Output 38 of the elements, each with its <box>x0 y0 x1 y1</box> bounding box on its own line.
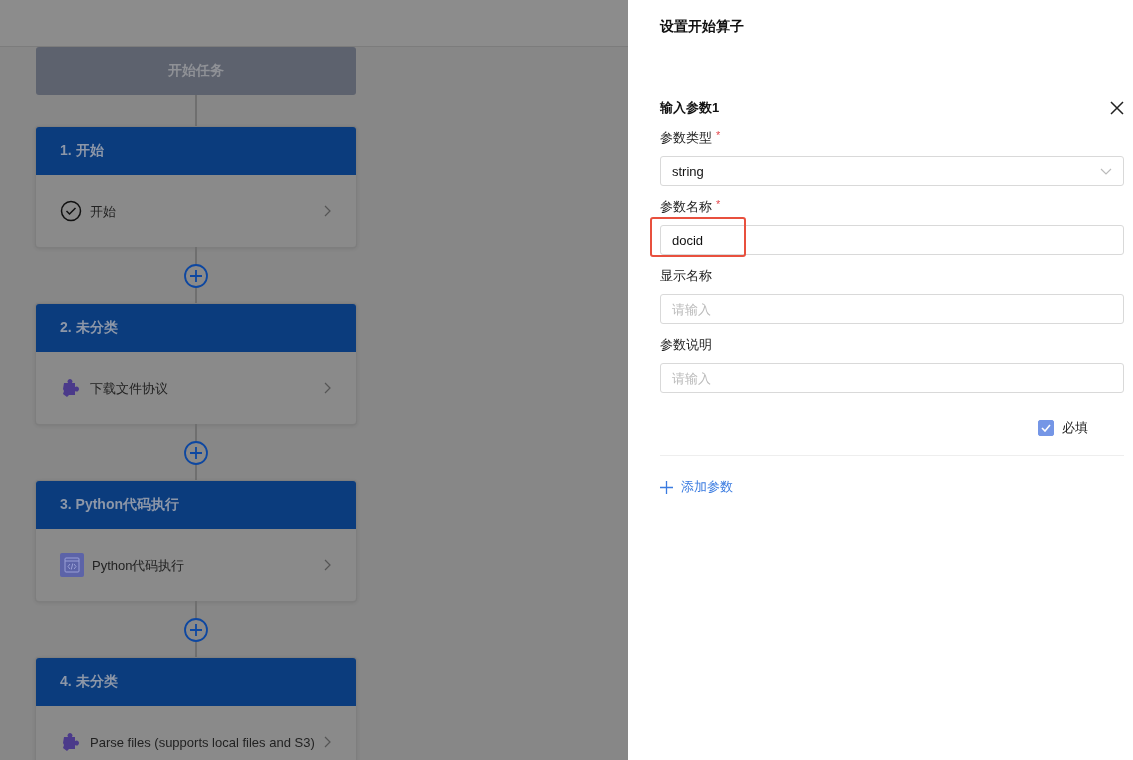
chevron-right-icon[interactable] <box>324 205 332 217</box>
chevron-down-icon <box>1100 167 1112 175</box>
add-node-icon[interactable] <box>184 618 208 642</box>
close-icon[interactable] <box>1110 101 1124 115</box>
field-label: 显示名称 <box>660 267 712 285</box>
input-field[interactable]: docid <box>660 225 1124 255</box>
check-icon <box>1041 424 1051 432</box>
node-item-label: Parse files (supports local files and S3) <box>90 733 316 751</box>
puzzle-piece-icon <box>60 731 82 753</box>
node-item-label: 开始 <box>90 202 117 220</box>
plus-icon <box>660 480 673 494</box>
type-select[interactable]: string <box>660 156 1124 186</box>
checkbox-label: 必填 <box>1062 419 1088 437</box>
panel-title: 设置开始算子 <box>660 18 745 36</box>
chevron-right-icon[interactable] <box>324 736 332 748</box>
field-label: 参数名称 <box>660 198 712 216</box>
required-checkbox[interactable] <box>1038 420 1054 436</box>
add-node-icon[interactable] <box>184 264 208 288</box>
input-field[interactable]: 请输入 <box>660 363 1124 393</box>
input-field[interactable]: 请输入 <box>660 294 1124 324</box>
node-title: 1. 开始 <box>36 127 356 175</box>
puzzle-piece-icon <box>60 377 82 399</box>
required-mark: * <box>716 129 721 143</box>
node-title: 3. Python代码执行 <box>36 481 356 529</box>
field-label: 参数类型 <box>660 129 712 147</box>
check-circle-icon <box>60 200 82 222</box>
field-label: 参数说明 <box>660 336 712 354</box>
param-title: 输入参数1 <box>660 99 720 117</box>
code-window-icon <box>60 553 84 577</box>
chevron-right-icon[interactable] <box>324 559 332 571</box>
required-mark: * <box>716 198 721 212</box>
add-param-button[interactable]: 添加参数 <box>660 478 733 496</box>
node-title: 2. 未分类 <box>36 304 356 352</box>
chevron-right-icon[interactable] <box>324 382 332 394</box>
node-title: 4. 未分类 <box>36 658 356 706</box>
node-item-label: Python代码执行 <box>92 556 186 574</box>
node-item-label: 下载文件协议 <box>90 379 169 397</box>
add-node-icon[interactable] <box>184 441 208 465</box>
